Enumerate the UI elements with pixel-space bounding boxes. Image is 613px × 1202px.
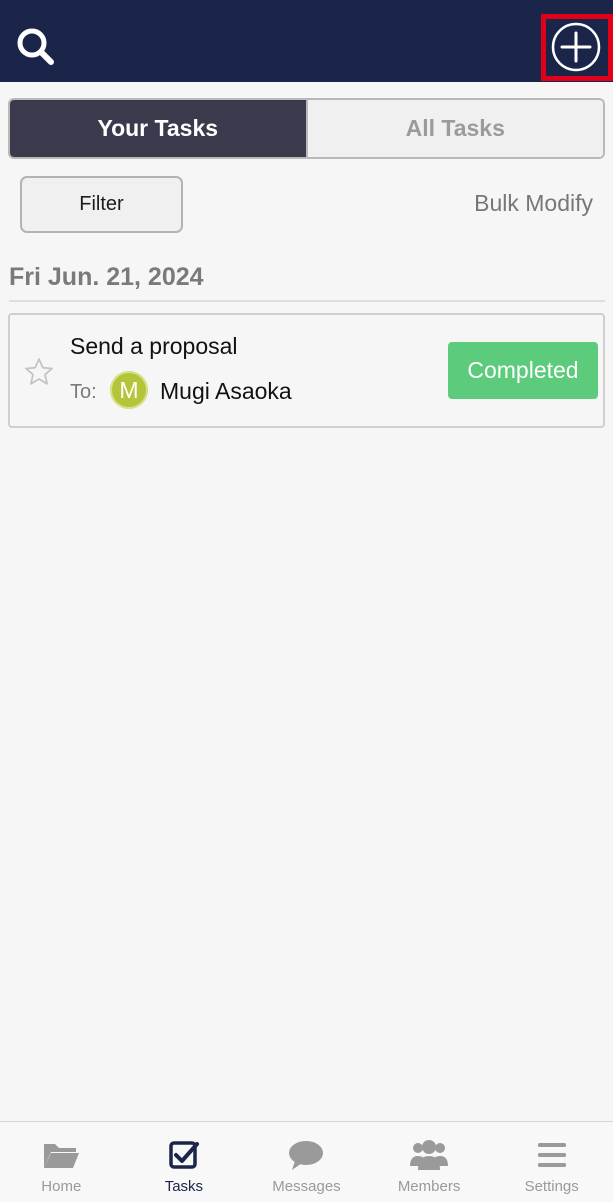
- tab-tasks-label: Tasks: [164, 1178, 204, 1195]
- tab-home[interactable]: Home: [0, 1122, 123, 1202]
- search-icon: [17, 28, 54, 65]
- task-card[interactable]: Send a proposal To: M Mugi Asaoka Comple…: [8, 313, 605, 428]
- search-button[interactable]: [14, 24, 58, 68]
- menu-icon: [537, 1143, 566, 1167]
- star-icon: [25, 358, 53, 385]
- add-task-button[interactable]: [550, 21, 602, 73]
- task-title: Send a proposal: [70, 333, 238, 359]
- tab-messages[interactable]: Messages: [245, 1122, 368, 1202]
- tab-settings[interactable]: Settings: [490, 1122, 613, 1202]
- tab-members[interactable]: Members: [368, 1122, 491, 1202]
- tab-your-tasks[interactable]: Your Tasks: [10, 100, 306, 157]
- avatar-initial: M: [119, 376, 139, 403]
- members-icon: [410, 1140, 449, 1170]
- date-divider: [9, 300, 605, 302]
- speech-bubble-icon: [289, 1141, 324, 1170]
- folder-icon: [44, 1144, 80, 1168]
- avatar: M: [110, 371, 148, 409]
- tab-tasks[interactable]: Tasks: [123, 1122, 246, 1202]
- tab-members-label: Members: [397, 1178, 461, 1195]
- bottom-tab-bar: Home Tasks Messages Members Settings: [0, 1121, 613, 1202]
- task-scope-segmented-control: Your Tasks All Tasks: [8, 98, 605, 159]
- tab-messages-label: Messages: [272, 1178, 341, 1195]
- date-group-header: Fri Jun. 21, 2024: [9, 263, 204, 291]
- plus-circle-icon: [551, 22, 601, 72]
- tab-all-tasks[interactable]: All Tasks: [305, 100, 603, 157]
- tab-settings-label: Settings: [524, 1178, 579, 1195]
- assignee-name: Mugi Asaoka: [160, 378, 292, 404]
- tab-home-label: Home: [41, 1178, 82, 1195]
- assignee-label: To:: [70, 381, 97, 403]
- top-navigation-bar: [0, 0, 613, 82]
- checkbox-icon: [169, 1141, 199, 1169]
- filter-button[interactable]: Filter: [20, 176, 183, 233]
- star-toggle[interactable]: [24, 357, 54, 387]
- bulk-modify-link[interactable]: Bulk Modify: [474, 190, 593, 217]
- status-button[interactable]: Completed: [448, 342, 598, 399]
